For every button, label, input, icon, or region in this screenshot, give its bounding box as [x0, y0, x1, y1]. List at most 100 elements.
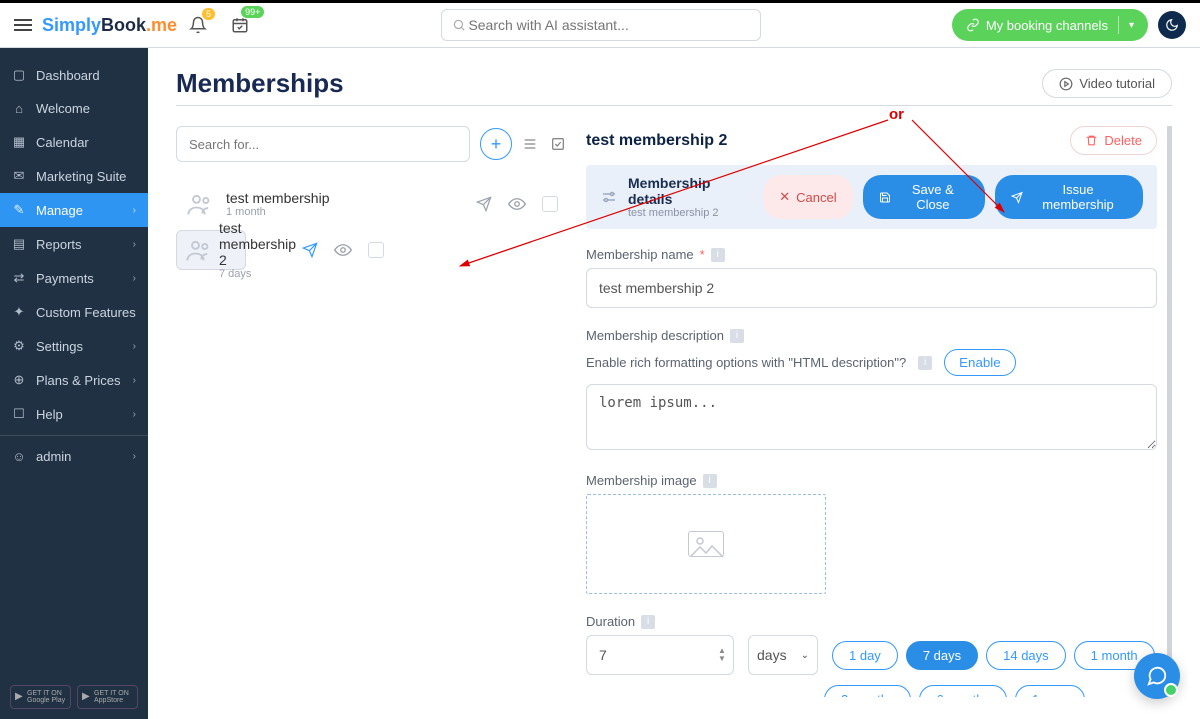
membership-description-input[interactable]: lorem ipsum... — [586, 384, 1157, 450]
sidebar-item-welcome[interactable]: ⌂Welcome — [0, 92, 148, 125]
sidebar-item-help[interactable]: ☐Help› — [0, 397, 148, 431]
page-title: Memberships — [176, 68, 344, 99]
eye-icon[interactable] — [508, 195, 526, 213]
nav-icon: ▢ — [12, 67, 26, 83]
membership-name-input[interactable] — [586, 268, 1157, 308]
settings-sliders-icon — [600, 188, 618, 206]
chevron-right-icon: › — [133, 451, 136, 462]
select-all-icon[interactable] — [550, 136, 568, 152]
logo-simply: Simply — [42, 15, 101, 35]
top-bar: SimplyBook.me 5 99+ My booking channels … — [0, 0, 1200, 48]
details-heading: test membership 2 — [586, 132, 727, 150]
duration-chip[interactable]: 6 months — [919, 685, 1006, 697]
nav-icon: ⌂ — [12, 101, 26, 116]
membership-list-item[interactable]: test membership 27 days — [176, 230, 246, 270]
delete-button[interactable]: Delete — [1070, 126, 1157, 155]
send-icon[interactable] — [476, 196, 492, 212]
duration-chip[interactable]: 7 days — [906, 641, 978, 670]
info-icon[interactable]: i — [730, 329, 744, 343]
duration-chip[interactable]: 1 year — [1015, 685, 1085, 697]
sidebar-item-reports[interactable]: ▤Reports› — [0, 227, 148, 261]
nav-label: Plans & Prices — [36, 373, 121, 388]
search-icon — [452, 18, 466, 32]
duration-label: Durationi — [586, 614, 1157, 629]
nav-label: Calendar — [36, 135, 89, 150]
nav-icon: ⇄ — [12, 270, 26, 286]
duration-value-input[interactable] — [586, 635, 734, 675]
chat-icon — [1146, 665, 1168, 687]
sidebar-item-settings[interactable]: ⚙ Settings › — [0, 329, 148, 363]
info-icon[interactable]: i — [641, 615, 655, 629]
bell-icon[interactable]: 5 — [187, 14, 209, 36]
list-search-input[interactable] — [187, 136, 459, 153]
sidebar-item-plans-prices[interactable]: ⊕ Plans & Prices › — [0, 363, 148, 397]
image-dropzone[interactable] — [586, 494, 826, 594]
info-icon[interactable]: i — [918, 356, 932, 370]
eye-icon[interactable] — [334, 241, 352, 259]
sidebar-item-dashboard[interactable]: ▢Dashboard — [0, 58, 148, 92]
nav-icon: ⚙ — [12, 338, 26, 354]
mem-title: test membership — [226, 190, 464, 206]
sidebar-item-payments[interactable]: ⇄Payments› — [0, 261, 148, 295]
duration-unit-select[interactable]: days ⌄ — [748, 635, 818, 675]
sidebar-item-marketing-suite[interactable]: ✉Marketing Suite — [0, 159, 148, 193]
duration-chip[interactable]: 14 days — [986, 641, 1066, 670]
save-close-button[interactable]: Save & Close — [863, 175, 985, 219]
duration-chip[interactable]: 2 months — [824, 685, 911, 697]
sidebar-item-admin[interactable]: ☺admin› — [0, 435, 148, 473]
chevron-right-icon: › — [133, 205, 136, 216]
booking-channels-label: My booking channels — [986, 18, 1108, 33]
nav-icon: ▤ — [12, 236, 26, 252]
nav-icon: ▦ — [12, 134, 26, 150]
list-search[interactable] — [176, 126, 470, 162]
calendar-check-icon[interactable]: 99+ — [229, 14, 251, 36]
duration-chip[interactable]: 1 day — [832, 641, 898, 670]
booking-channels-button[interactable]: My booking channels ▾ — [952, 9, 1148, 41]
nav-label: Settings — [36, 339, 83, 354]
image-label: Membership imagei — [586, 473, 1157, 488]
chevron-right-icon: › — [133, 273, 136, 284]
checkbox[interactable] — [542, 196, 558, 212]
list-view-icon[interactable] — [522, 136, 540, 152]
logo[interactable]: SimplyBook.me — [42, 15, 177, 36]
nav-icon: ☺ — [12, 449, 26, 464]
as-top: GET IT ON — [94, 690, 137, 697]
logo-me: .me — [146, 15, 177, 35]
checkbox[interactable] — [368, 242, 384, 258]
link-icon — [966, 18, 980, 32]
chevron-right-icon: › — [133, 239, 136, 250]
top-search-input[interactable] — [466, 16, 750, 34]
menu-icon[interactable] — [14, 16, 32, 34]
app-store-badge[interactable]: GET IT ONAppStore — [77, 685, 138, 709]
gp-name: Google Play — [27, 697, 70, 704]
desc-label: Membership descriptioni — [586, 328, 1157, 343]
theme-toggle[interactable] — [1158, 11, 1186, 39]
sidebar-item-calendar[interactable]: ▦ Calendar — [0, 125, 148, 159]
strip-title: Membership details — [628, 175, 753, 207]
nav-label: Manage — [36, 203, 83, 218]
chat-fab[interactable] — [1134, 653, 1180, 699]
bell-badge: 5 — [202, 8, 215, 20]
info-icon[interactable]: i — [703, 474, 717, 488]
enable-html-button[interactable]: Enable — [944, 349, 1016, 376]
chevron-right-icon: › — [133, 375, 136, 386]
nav-label: Marketing Suite — [36, 169, 126, 184]
google-play-badge[interactable]: GET IT ONGoogle Play — [10, 685, 71, 709]
cancel-button[interactable]: ✕ Cancel — [763, 175, 852, 219]
sidebar-item-manage[interactable]: ✎Manage› — [0, 193, 148, 227]
calendar-badge: 99+ — [241, 6, 264, 18]
nav-icon: ⊕ — [12, 372, 26, 388]
trash-icon — [1085, 134, 1098, 147]
video-tutorial-button[interactable]: Video tutorial — [1042, 69, 1172, 98]
chevron-right-icon: › — [133, 341, 136, 352]
add-membership-button[interactable]: + — [480, 128, 512, 160]
info-icon[interactable]: i — [711, 248, 725, 262]
sidebar-item-custom-features[interactable]: ✦Custom Features — [0, 295, 148, 329]
gp-top: GET IT ON — [27, 690, 70, 697]
image-placeholder-icon — [688, 531, 724, 557]
number-stepper[interactable]: ▲▼ — [714, 639, 730, 671]
send-icon[interactable] — [302, 242, 318, 258]
issue-membership-button[interactable]: Issue membership — [995, 175, 1143, 219]
delete-label: Delete — [1104, 133, 1142, 148]
top-search[interactable] — [441, 9, 761, 41]
